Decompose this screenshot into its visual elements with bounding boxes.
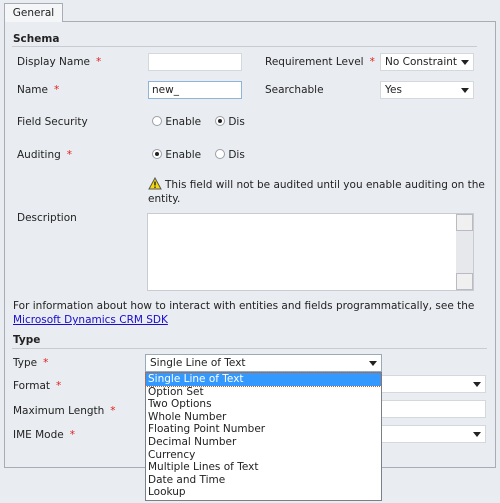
auditing-disable-radio[interactable]: Dis [215,149,245,161]
description-textarea[interactable] [147,213,474,291]
chevron-down-icon [473,432,481,437]
audit-warning-text-cont: entity. [148,193,181,205]
dropdown-option[interactable]: Two Options [146,398,381,411]
divider [12,348,487,349]
scroll-down-button[interactable] [456,273,473,290]
tab-general[interactable]: General [4,3,63,22]
display-name-label: Display Name * [17,56,102,68]
format-select[interactable] [376,375,486,393]
requirement-level-label: Requirement Level * [265,56,375,68]
section-heading-schema: Schema [13,33,60,45]
scroll-up-button[interactable] [456,214,473,231]
max-length-label: Maximum Length * [13,405,116,417]
chevron-down-icon [369,361,377,366]
type-label: Type * [13,357,49,369]
auditing-label: Auditing * [17,149,73,161]
field-security-disable-radio[interactable]: Dis [215,116,245,128]
type-dropdown-list[interactable]: Single Line of Text Option Set Two Optio… [145,372,382,501]
dropdown-option[interactable]: Lookup [146,486,381,499]
chevron-down-icon [473,382,481,387]
searchable-select[interactable]: Yes [380,81,474,99]
dropdown-option[interactable]: Single Line of Text [145,372,382,387]
dropdown-option[interactable]: Floating Point Number [146,423,381,436]
dropdown-option[interactable]: Option Set [146,386,381,399]
dropdown-option[interactable]: Currency [146,449,381,462]
sdk-link[interactable]: Microsoft Dynamics CRM SDK [13,314,168,326]
ime-mode-label: IME Mode * [13,429,75,441]
audit-warning-text: This field will not be audited until you… [165,179,485,191]
dropdown-option[interactable]: Date and Time [146,474,381,487]
requirement-level-select[interactable]: No Constraint [380,53,474,71]
divider [12,46,477,47]
warning-icon [148,177,162,190]
auditing-enable-radio[interactable]: Enable [152,149,201,161]
chevron-down-icon [461,60,469,65]
dropdown-option[interactable]: Whole Number [146,411,381,424]
format-label: Format * [13,380,62,392]
sdk-info-text: For information about how to interact wi… [13,300,475,312]
ime-mode-select[interactable] [376,425,486,443]
section-heading-type: Type [13,334,41,346]
chevron-down-icon [461,88,469,93]
display-name-input[interactable] [148,53,242,71]
max-length-input[interactable] [376,400,486,418]
name-input[interactable]: new_ [148,81,242,99]
name-label: Name * [17,84,60,96]
searchable-label: Searchable [265,84,324,96]
dropdown-option[interactable]: Decimal Number [146,436,381,449]
field-security-enable-radio[interactable]: Enable [152,116,201,128]
description-label: Description [17,212,77,224]
scrollbar[interactable] [456,214,473,290]
dropdown-option[interactable]: Multiple Lines of Text [146,461,381,474]
field-security-label: Field Security [17,116,88,128]
type-select[interactable]: Single Line of Text [145,354,382,372]
